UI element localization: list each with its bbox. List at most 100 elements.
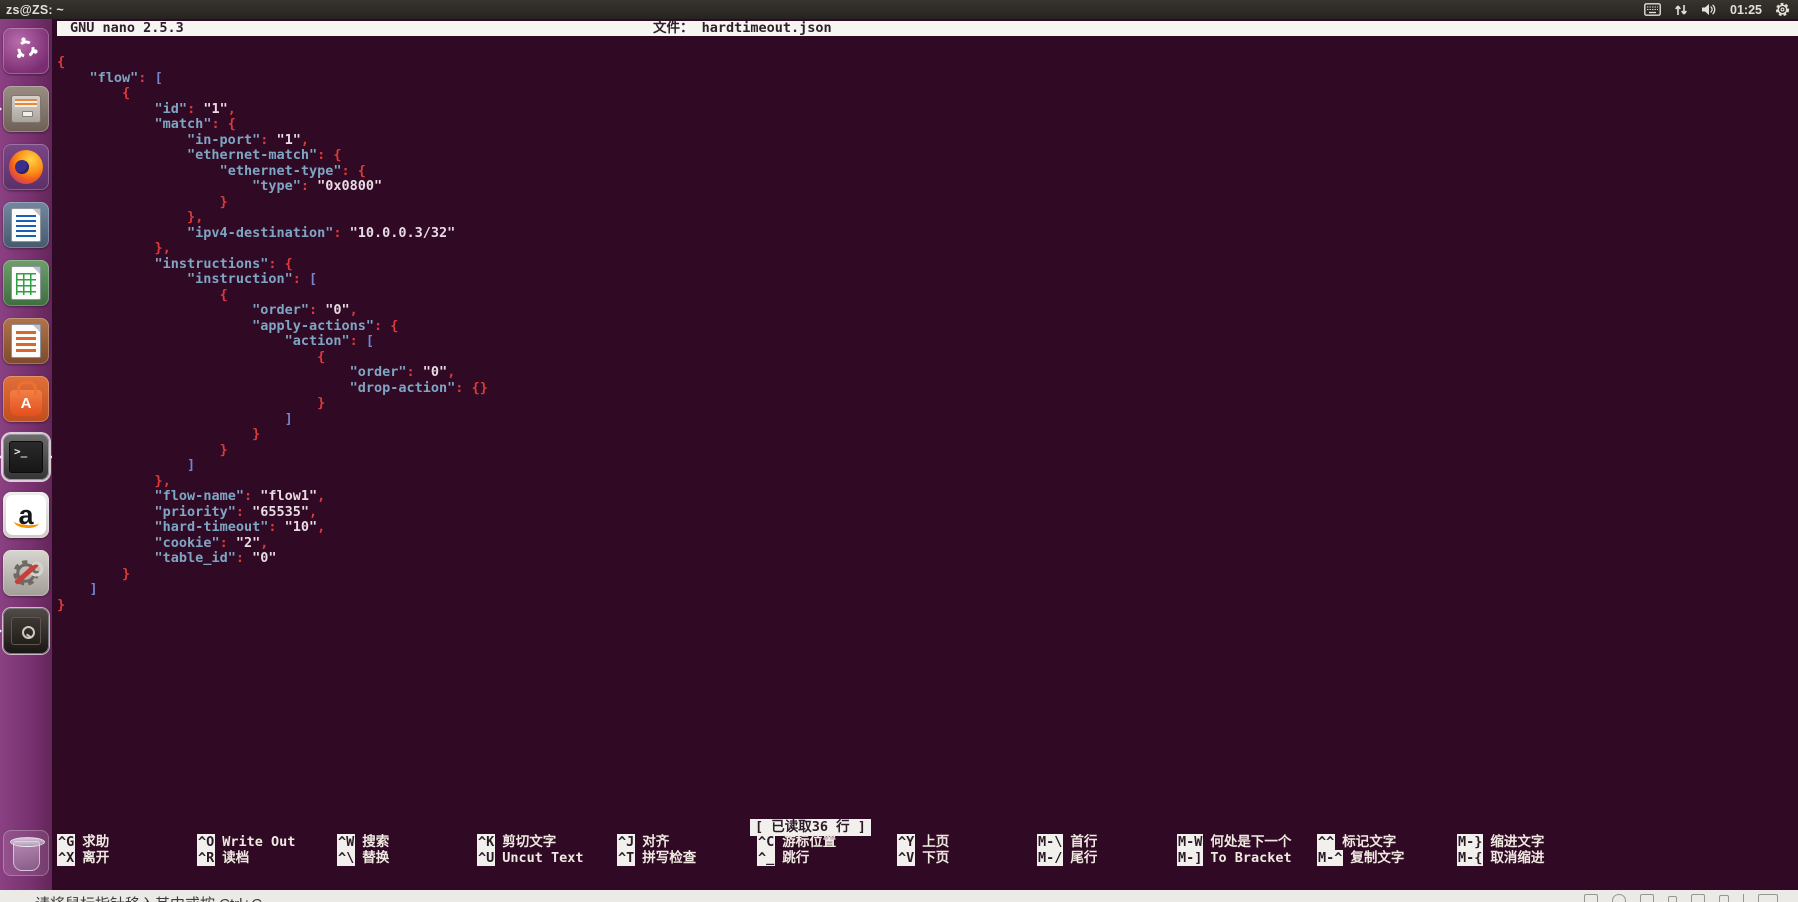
shortcut-label: 跳行 bbox=[782, 849, 810, 866]
toolbar-icon[interactable] bbox=[1691, 894, 1705, 902]
sync-arrows-icon[interactable] bbox=[1674, 3, 1688, 17]
shortcut-key: M-^ bbox=[1317, 849, 1344, 866]
impress-presentation-icon bbox=[11, 324, 41, 358]
code-line: "ethernet-type": { bbox=[219, 162, 366, 179]
launcher-item-vault[interactable] bbox=[0, 608, 49, 654]
keyboard-indicator-icon[interactable] bbox=[1644, 3, 1661, 16]
files-icon bbox=[11, 95, 41, 123]
shortcut-label: 离开 bbox=[82, 849, 110, 866]
code-line: } bbox=[219, 441, 228, 458]
code-line: "table_id": "0" bbox=[154, 550, 277, 566]
window-title: zs@ZS: ~ bbox=[6, 2, 64, 17]
shortcut-key: M-} bbox=[1457, 834, 1484, 850]
toolbar-icon[interactable] bbox=[1584, 894, 1598, 902]
shortcut-label: 取消缩进 bbox=[1490, 849, 1545, 866]
code-line: "instruction": [ bbox=[187, 271, 318, 287]
launcher-item-system-settings[interactable] bbox=[3, 550, 49, 596]
toolbar-icon[interactable] bbox=[1668, 896, 1677, 902]
launcher-item-libreoffice-writer[interactable] bbox=[3, 202, 49, 248]
shortcut-key: ^T bbox=[617, 849, 636, 866]
nano-shortcut-^X: ^X 离开 bbox=[57, 849, 197, 867]
shortcut-label: 缩进文字 bbox=[1490, 834, 1545, 850]
shortcut-label: 读档 bbox=[222, 849, 250, 866]
launcher-item-firefox[interactable] bbox=[3, 144, 49, 190]
nano-shortcut-M-\: M-\ 首行 bbox=[1037, 834, 1177, 851]
launcher-item-libreoffice-impress[interactable] bbox=[3, 318, 49, 364]
nano-buffer[interactable]: { "flow": [ { "id": "1", "match": { "in-… bbox=[57, 36, 1798, 613]
toolbar-icon[interactable] bbox=[1758, 894, 1778, 902]
code-line: { bbox=[122, 85, 131, 101]
toolbar-icon[interactable] bbox=[1640, 894, 1654, 902]
shortcut-key: M-\ bbox=[1037, 834, 1064, 850]
code-line: "hard-timeout": "10", bbox=[154, 519, 326, 535]
shortcut-label: 剪切文字 bbox=[502, 834, 557, 850]
nano-shortcut-^O: ^O Write Out bbox=[197, 834, 337, 851]
code-line: "flow-name": "flow1", bbox=[154, 488, 326, 504]
code-line: "type": "0x0800" bbox=[252, 178, 383, 194]
session-gear-icon[interactable] bbox=[1775, 2, 1790, 17]
writer-document-icon bbox=[11, 208, 41, 242]
code-line: } bbox=[57, 596, 66, 613]
nano-shortcut-^^: ^^ 标记文字 bbox=[1317, 834, 1457, 851]
launcher-item-ubuntu-software[interactable]: A bbox=[3, 376, 49, 422]
helper-message: 请将鼠标指针移入其中或按 Ctrl+C bbox=[35, 893, 262, 902]
amazon-icon: a bbox=[6, 495, 46, 535]
toolbar-divider bbox=[1743, 894, 1744, 902]
system-tray: 01:25 bbox=[1644, 2, 1798, 17]
launcher-item-terminal[interactable]: >_ bbox=[0, 434, 55, 480]
terminal-window[interactable]: GNU nano 2.5.3 文件： hardtimeout.json { "f… bbox=[52, 19, 1798, 890]
shortcut-label: 对齐 bbox=[642, 834, 670, 850]
software-center-bag-icon: A bbox=[10, 381, 42, 416]
running-indicator bbox=[0, 105, 2, 113]
launcher-item-amazon[interactable]: a bbox=[3, 492, 49, 538]
running-indicator bbox=[0, 453, 2, 461]
toolbar-icon[interactable] bbox=[1719, 895, 1729, 902]
nano-shortcut-bar: ^G 求助 ^O Write Out ^W 搜索 ^K 剪切文字 ^J 对齐 ^C 游标位置 ^Y 上页 M… bbox=[57, 834, 1597, 867]
nano-shortcut-^R: ^R 读档 bbox=[197, 849, 337, 867]
running-indicator bbox=[0, 627, 2, 635]
shortcut-key: M-] bbox=[1177, 849, 1204, 866]
ubuntu-logo-icon bbox=[13, 36, 39, 67]
launcher-item-libreoffice-calc[interactable] bbox=[3, 260, 49, 306]
nano-shortcut-^Y: ^Y 上页 bbox=[897, 834, 1037, 851]
volume-icon[interactable] bbox=[1701, 3, 1717, 16]
launcher-item-dash[interactable] bbox=[3, 28, 49, 74]
code-line: } bbox=[122, 565, 131, 582]
nano-titlebar: GNU nano 2.5.3 文件： hardtimeout.json bbox=[57, 21, 1798, 36]
shortcut-key: ^Y bbox=[897, 834, 916, 850]
shortcut-key: ^O bbox=[197, 834, 216, 850]
nano-shortcut-^_: ^_ 跳行 bbox=[757, 849, 897, 867]
nano-shortcut-^U: ^U Uncut Text bbox=[477, 849, 617, 867]
nano-shortcut-M-}: M-} 缩进文字 bbox=[1457, 834, 1597, 851]
nano-shortcut-M-{: M-{取消缩进 bbox=[1457, 849, 1597, 867]
shortcut-key: ^K bbox=[477, 834, 496, 850]
safe-vault-icon bbox=[11, 617, 41, 645]
code-line: "order": "0", bbox=[252, 302, 358, 318]
shortcut-key: M-W bbox=[1177, 834, 1204, 850]
nano-shortcut-^V: ^V 下页 bbox=[897, 849, 1037, 867]
code-line: } bbox=[317, 395, 326, 411]
shortcut-label: 标记文字 bbox=[1342, 834, 1397, 850]
nano-file-title: 文件： hardtimeout.json bbox=[653, 20, 832, 36]
shortcut-key: ^R bbox=[197, 849, 216, 866]
shortcut-label: 游标位置 bbox=[782, 834, 837, 850]
shortcut-label: 下页 bbox=[922, 849, 950, 866]
shortcut-label: 拼写检查 bbox=[642, 849, 697, 866]
top-panel: zs@ZS: ~ 01:25 bbox=[0, 0, 1798, 19]
launcher-item-trash[interactable] bbox=[3, 830, 49, 876]
nano-shortcut-^\: ^\ 替换 bbox=[337, 849, 477, 867]
shortcut-key: ^_ bbox=[757, 849, 776, 866]
shortcut-key: ^X bbox=[57, 849, 76, 866]
code-line: } bbox=[252, 426, 261, 442]
toolbar-icon[interactable] bbox=[1612, 894, 1626, 902]
code-line: "match": { bbox=[154, 116, 236, 132]
launcher-item-files[interactable] bbox=[0, 86, 49, 132]
shortcut-key: ^W bbox=[337, 834, 356, 850]
shortcut-key: M-/ bbox=[1037, 849, 1064, 866]
shortcut-label: 搜索 bbox=[362, 834, 390, 850]
shortcut-key: ^U bbox=[477, 849, 496, 866]
nano-shortcut-M-^: M-^ 复制文字 bbox=[1317, 849, 1457, 867]
code-line: "instructions": { bbox=[154, 255, 293, 272]
shortcut-key: ^^ bbox=[1317, 834, 1336, 850]
clock[interactable]: 01:25 bbox=[1730, 3, 1762, 17]
